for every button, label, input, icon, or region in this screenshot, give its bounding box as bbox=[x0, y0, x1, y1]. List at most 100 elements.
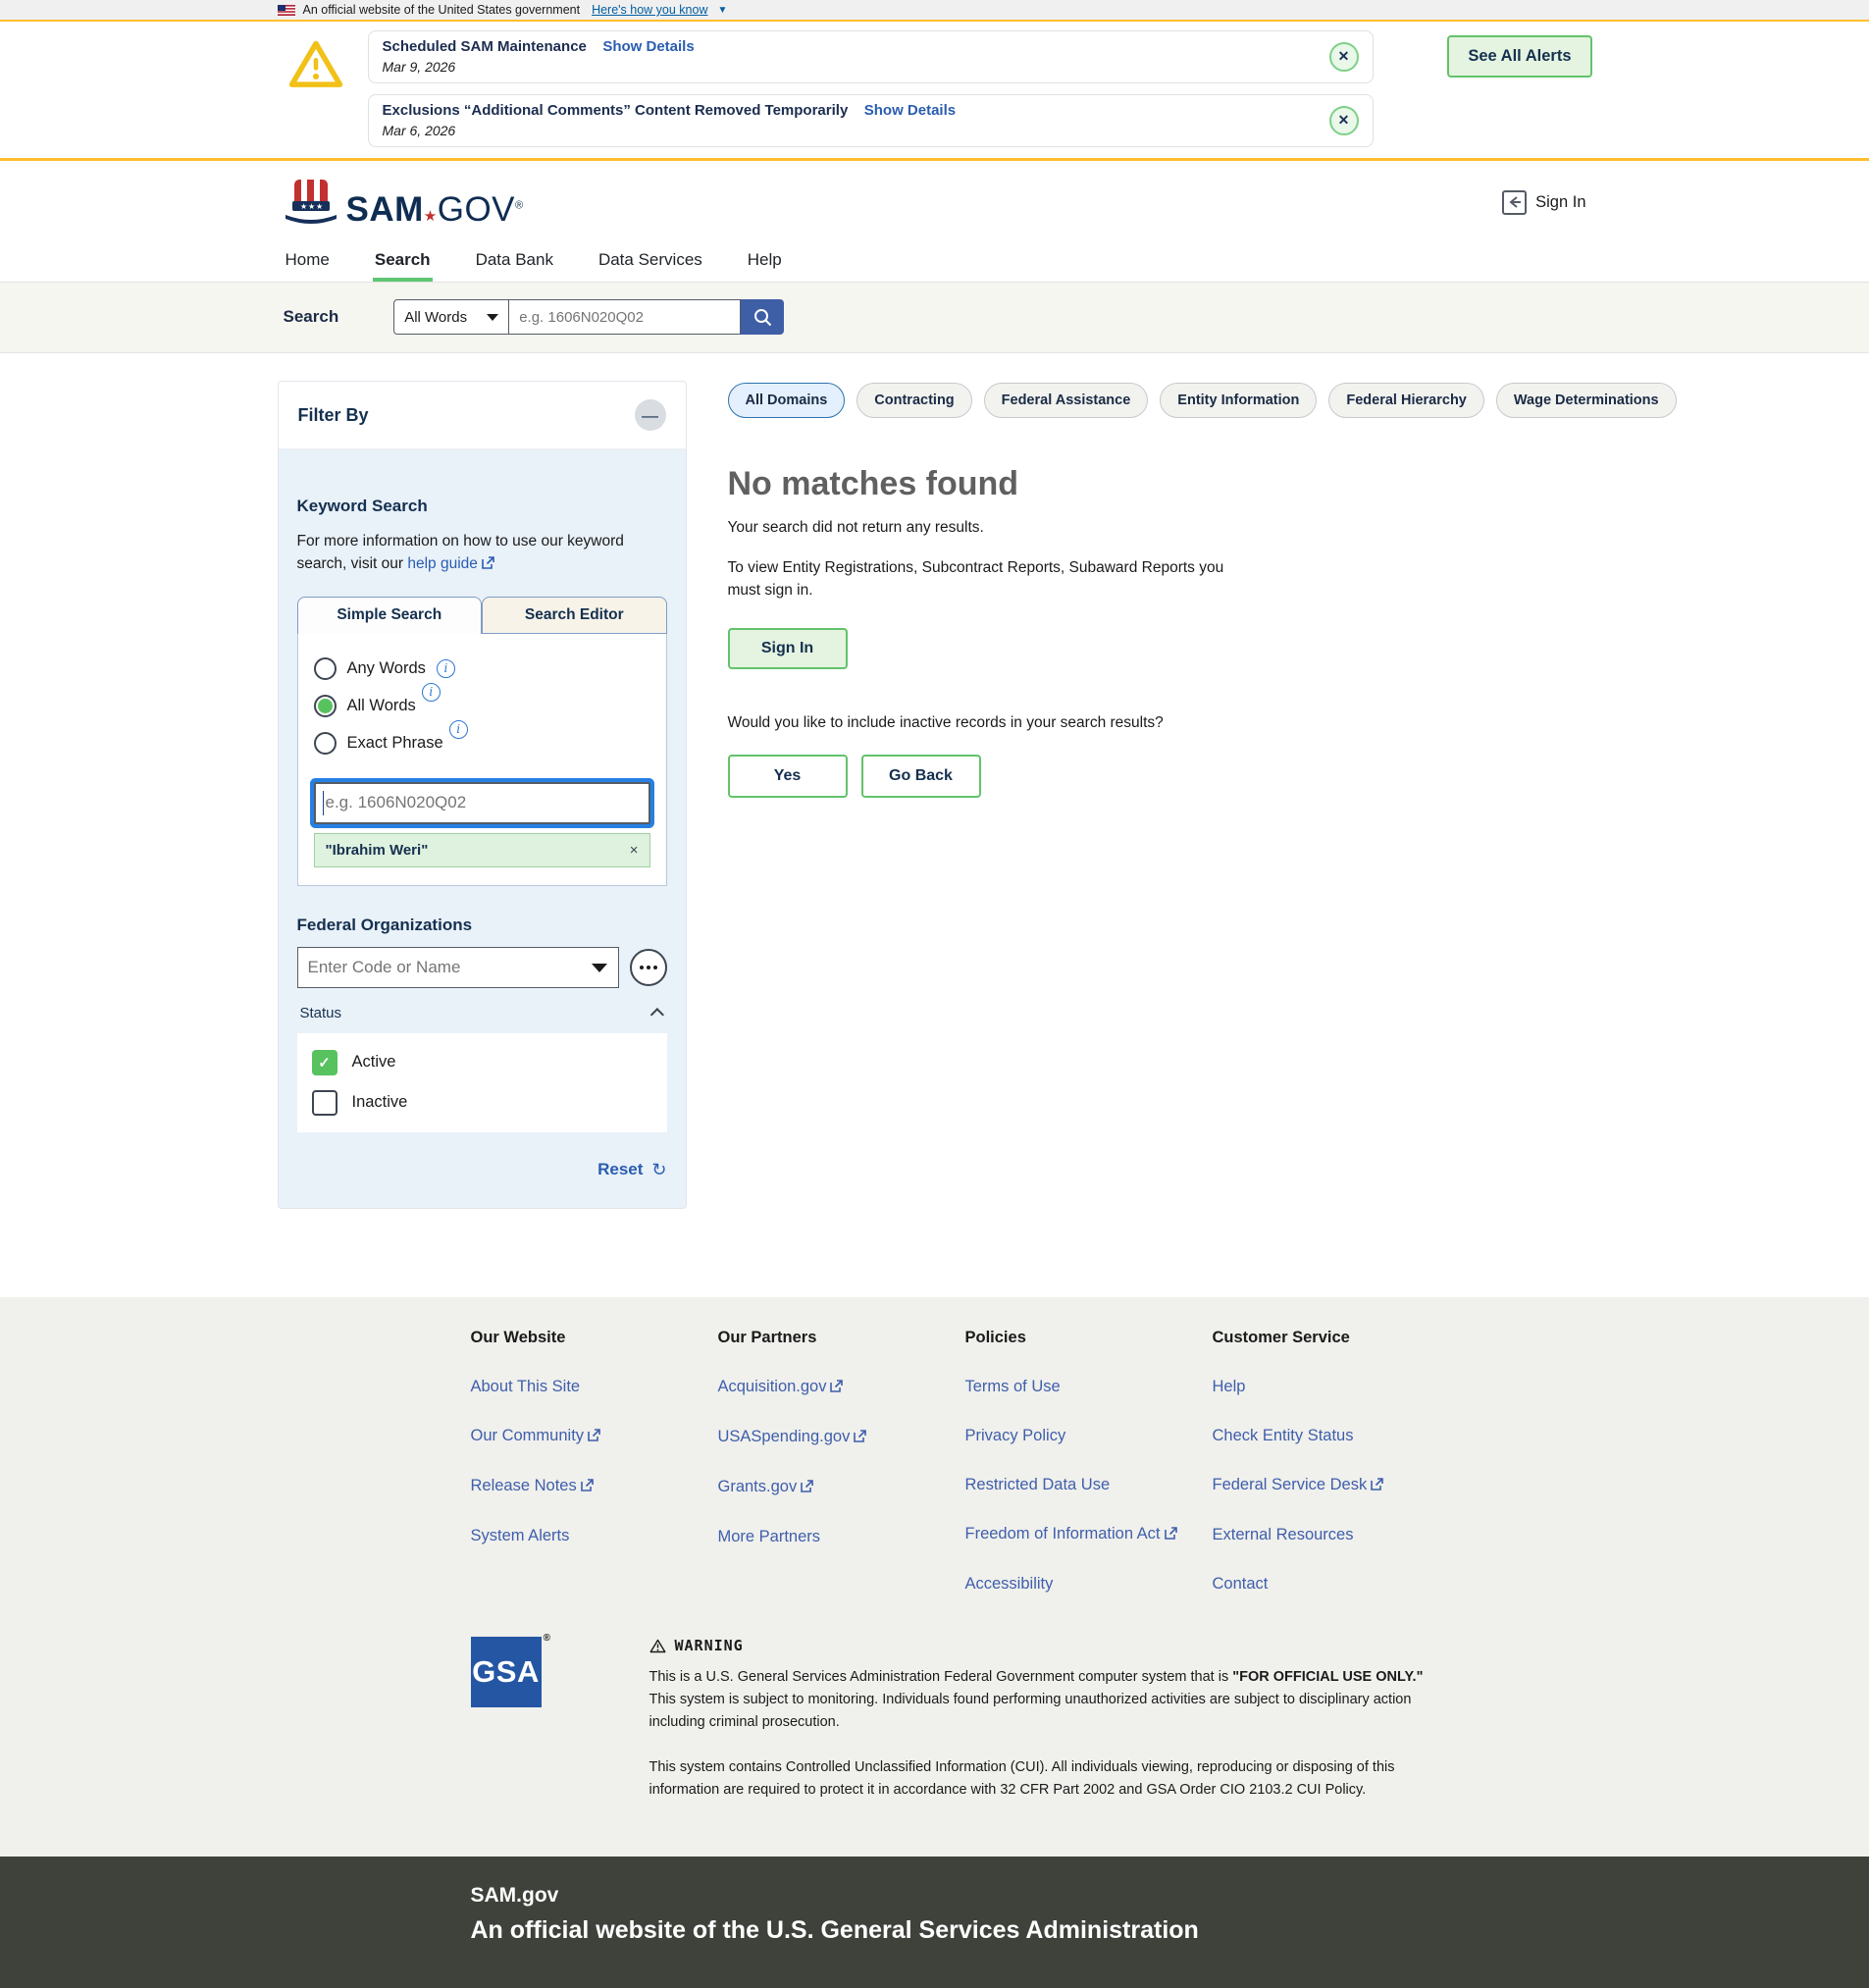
info-icon[interactable]: i bbox=[437, 659, 455, 678]
close-icon: ✕ bbox=[1338, 48, 1350, 65]
domain-tab-wage-determinations[interactable]: Wage Determinations bbox=[1496, 383, 1677, 418]
logo-sam-text: SAM bbox=[346, 190, 424, 229]
sam-gov-logo[interactable]: ★★★ SAM★GOV® bbox=[284, 178, 524, 227]
radio-row-all-words: All Words i bbox=[314, 695, 650, 717]
alert-card-list: Scheduled SAM Maintenance Show Details M… bbox=[368, 30, 1374, 147]
footer-link-about-this-site[interactable]: About This Site bbox=[471, 1378, 718, 1396]
footer-col-policies: Policies Terms of Use Privacy Policy Res… bbox=[965, 1329, 1213, 1594]
info-icon[interactable]: i bbox=[449, 720, 468, 739]
inactive-checkbox[interactable] bbox=[312, 1090, 337, 1116]
sign-in-control[interactable]: Sign In bbox=[1502, 190, 1585, 215]
us-flag-icon bbox=[278, 5, 295, 16]
search-mode-select[interactable]: All Words bbox=[393, 299, 509, 335]
see-all-alerts-button[interactable]: See All Alerts bbox=[1447, 35, 1591, 78]
footer-col-customer-service: Customer Service Help Check Entity Statu… bbox=[1213, 1329, 1460, 1594]
status-options-box: ✓ Active Inactive bbox=[297, 1033, 667, 1132]
chevron-up-icon[interactable] bbox=[649, 1008, 663, 1021]
close-alert-button[interactable]: ✕ bbox=[1329, 106, 1359, 135]
footer-link-external-resources[interactable]: External Resources bbox=[1213, 1526, 1460, 1544]
footer-link-acquisition-gov[interactable]: Acquisition.gov bbox=[718, 1378, 965, 1397]
no-results-subtitle: Your search did not return any results. bbox=[728, 519, 1677, 537]
show-details-link[interactable]: Show Details bbox=[864, 102, 956, 119]
domain-tab-federal-assistance[interactable]: Federal Assistance bbox=[984, 383, 1149, 418]
alert-card-maintenance: Scheduled SAM Maintenance Show Details M… bbox=[368, 30, 1374, 83]
any-words-radio[interactable] bbox=[314, 657, 337, 680]
reset-icon[interactable]: ↻ bbox=[651, 1160, 666, 1180]
footer-link-foia[interactable]: Freedom of Information Act bbox=[965, 1525, 1213, 1544]
footer-col-our-partners: Our Partners Acquisition.gov USASpending… bbox=[718, 1329, 965, 1594]
footer-site-name: SAM.gov bbox=[471, 1884, 1592, 1908]
footer-link-help[interactable]: Help bbox=[1213, 1378, 1460, 1396]
domain-tab-federal-hierarchy[interactable]: Federal Hierarchy bbox=[1328, 383, 1484, 418]
warning-block: WARNING This is a U.S. General Services … bbox=[649, 1637, 1434, 1802]
uncle-sam-hat-icon: ★★★ bbox=[284, 178, 338, 227]
tab-search-editor[interactable]: Search Editor bbox=[482, 597, 667, 634]
help-guide-link[interactable]: help guide bbox=[407, 555, 478, 572]
collapse-filters-button[interactable]: — bbox=[635, 399, 666, 431]
keyword-search-heading: Keyword Search bbox=[297, 497, 667, 516]
sign-in-button[interactable]: Sign In bbox=[728, 628, 848, 669]
active-checkbox[interactable]: ✓ bbox=[312, 1050, 337, 1075]
footer-link-more-partners[interactable]: More Partners bbox=[718, 1528, 965, 1546]
exact-phrase-radio[interactable] bbox=[314, 732, 337, 755]
domain-tab-all-domains[interactable]: All Domains bbox=[728, 383, 846, 418]
alert-body: Exclusions “Additional Comments” Content… bbox=[383, 102, 1329, 138]
filter-panel: Filter By — Keyword Search For more info… bbox=[278, 381, 687, 1209]
footer-link-restricted-data-use[interactable]: Restricted Data Use bbox=[965, 1476, 1213, 1494]
federal-orgs-row bbox=[297, 947, 667, 988]
footer-link-federal-service-desk[interactable]: Federal Service Desk bbox=[1213, 1476, 1460, 1495]
nav-item-data-bank[interactable]: Data Bank bbox=[474, 240, 555, 282]
info-icon[interactable]: i bbox=[422, 683, 441, 702]
federal-orgs-input[interactable] bbox=[297, 947, 619, 988]
external-link-icon bbox=[1371, 1477, 1383, 1495]
keyword-search-input[interactable] bbox=[314, 782, 650, 824]
show-details-link[interactable]: Show Details bbox=[602, 38, 694, 55]
footer-link-terms-of-use[interactable]: Terms of Use bbox=[965, 1378, 1213, 1396]
domain-tab-entity-information[interactable]: Entity Information bbox=[1160, 383, 1317, 418]
reset-link[interactable]: Reset bbox=[597, 1160, 643, 1179]
footer-link-accessibility[interactable]: Accessibility bbox=[965, 1575, 1213, 1594]
search-mode-value: All Words bbox=[404, 309, 467, 326]
footer-link-system-alerts[interactable]: System Alerts bbox=[471, 1527, 718, 1545]
footer-link-release-notes[interactable]: Release Notes bbox=[471, 1477, 718, 1496]
how-you-know-link[interactable]: Here's how you know bbox=[592, 3, 707, 17]
search-band-label: Search bbox=[284, 307, 339, 327]
footer: Our Website About This Site Our Communit… bbox=[0, 1297, 1869, 1857]
svg-text:★: ★ bbox=[316, 202, 323, 211]
global-search-input[interactable] bbox=[509, 299, 741, 335]
footer-link-contact[interactable]: Contact bbox=[1213, 1575, 1460, 1594]
radio-label: Any Words bbox=[347, 659, 426, 678]
chevron-down-icon: ▼ bbox=[718, 5, 728, 16]
go-back-button[interactable]: Go Back bbox=[861, 755, 981, 798]
yes-button[interactable]: Yes bbox=[728, 755, 848, 798]
banner-text: An official website of the United States… bbox=[303, 3, 581, 17]
nav-item-home[interactable]: Home bbox=[284, 240, 332, 282]
text-cursor bbox=[323, 791, 325, 815]
more-options-button[interactable] bbox=[630, 949, 667, 986]
keyword-search-tabs: Simple Search Search Editor bbox=[297, 597, 667, 634]
nav-item-data-services[interactable]: Data Services bbox=[597, 240, 704, 282]
remove-tag-icon[interactable]: × bbox=[630, 842, 639, 859]
warning-paragraph-2: This system contains Controlled Unclassi… bbox=[649, 1756, 1434, 1802]
footer-link-privacy-policy[interactable]: Privacy Policy bbox=[965, 1427, 1213, 1445]
domain-tab-contracting[interactable]: Contracting bbox=[857, 383, 971, 418]
radio-label: Exact Phrase bbox=[347, 734, 443, 753]
federal-orgs-combo bbox=[297, 947, 619, 988]
footer-link-grants-gov[interactable]: Grants.gov bbox=[718, 1478, 965, 1497]
status-option-active: ✓ Active bbox=[312, 1050, 652, 1075]
footer-link-check-entity-status[interactable]: Check Entity Status bbox=[1213, 1427, 1460, 1445]
tab-simple-search[interactable]: Simple Search bbox=[297, 597, 483, 634]
footer-link-usaspending-gov[interactable]: USASpending.gov bbox=[718, 1428, 965, 1447]
search-submit-button[interactable] bbox=[741, 299, 784, 335]
footer-link-columns: Our Website About This Site Our Communit… bbox=[278, 1329, 1592, 1594]
alert-card-exclusions: Exclusions “Additional Comments” Content… bbox=[368, 94, 1374, 147]
gsa-warning-section: GSA ® WARNING This is a U.S. General Ser… bbox=[278, 1594, 1592, 1857]
all-words-radio[interactable] bbox=[314, 695, 337, 717]
site-header: ★★★ SAM★GOV® Sign In bbox=[0, 161, 1869, 240]
status-option-inactive: Inactive bbox=[312, 1090, 652, 1116]
nav-item-help[interactable]: Help bbox=[746, 240, 784, 282]
alert-title: Scheduled SAM Maintenance bbox=[383, 38, 587, 55]
nav-item-search[interactable]: Search bbox=[373, 240, 433, 282]
footer-link-our-community[interactable]: Our Community bbox=[471, 1427, 718, 1446]
close-alert-button[interactable]: ✕ bbox=[1329, 42, 1359, 72]
